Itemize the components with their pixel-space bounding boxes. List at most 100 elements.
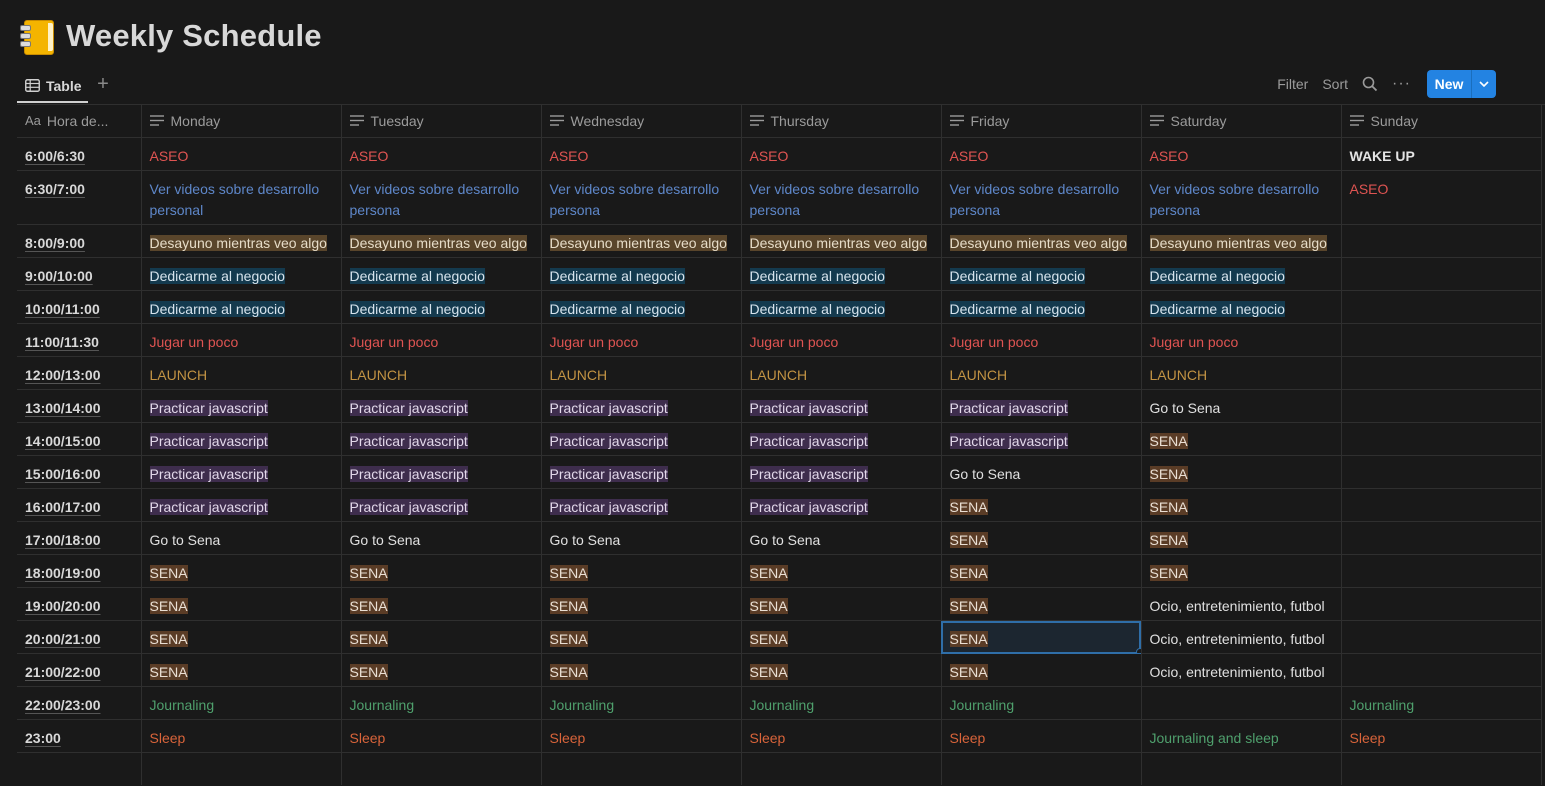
time-cell[interactable]: 15:00/16:00 [17, 455, 142, 489]
time-label[interactable]: 12:00/13:00 [25, 367, 101, 383]
schedule-cell[interactable]: SENA [541, 554, 742, 588]
schedule-cell[interactable]: SENA [741, 653, 942, 687]
time-label[interactable]: 22:00/23:00 [25, 697, 101, 713]
time-cell[interactable]: 12:00/13:00 [17, 356, 142, 390]
schedule-cell[interactable] [1341, 455, 1542, 489]
schedule-cell[interactable]: Sleep [141, 719, 342, 753]
schedule-cell[interactable]: Ver videos sobre desarrollo persona [741, 170, 942, 225]
tab-table[interactable]: Table [17, 70, 88, 103]
schedule-cell[interactable]: Go to Sena [1141, 389, 1342, 423]
schedule-cell[interactable]: Go to Sena [141, 521, 342, 555]
schedule-cell[interactable]: SENA [141, 620, 342, 654]
schedule-cell[interactable]: LAUNCH [541, 356, 742, 390]
schedule-cell[interactable]: LAUNCH [741, 356, 942, 390]
schedule-cell[interactable]: Sleep [341, 719, 542, 753]
schedule-cell[interactable]: SENA [541, 587, 742, 621]
sort-button[interactable]: Sort [1322, 76, 1348, 92]
time-label[interactable]: 17:00/18:00 [25, 532, 101, 548]
schedule-cell[interactable]: Journaling [141, 686, 342, 720]
schedule-cell[interactable]: Practicar javascript [741, 488, 942, 522]
schedule-cell[interactable]: SENA [741, 587, 942, 621]
column-header-wednesday[interactable]: Wednesday [541, 104, 742, 138]
schedule-cell[interactable]: ASEO [341, 137, 542, 171]
column-header-sunday[interactable]: Sunday [1341, 104, 1542, 138]
schedule-cell[interactable]: SENA [341, 587, 542, 621]
schedule-cell[interactable]: Go to Sena [741, 521, 942, 555]
schedule-cell[interactable]: Practicar javascript [341, 455, 542, 489]
time-label[interactable]: 9:00/10:00 [25, 268, 93, 284]
schedule-cell[interactable]: WAKE UP [1341, 137, 1542, 171]
schedule-cell[interactable]: Practicar javascript [941, 389, 1142, 423]
schedule-cell[interactable]: Ver videos sobre desarrollo persona [941, 170, 1142, 225]
schedule-cell[interactable]: Dedicarme al negocio [141, 290, 342, 324]
schedule-cell[interactable]: SENA [1141, 488, 1342, 522]
schedule-cell[interactable]: Ver videos sobre desarrollo personal [141, 170, 342, 225]
time-label[interactable]: 15:00/16:00 [25, 466, 101, 482]
schedule-cell[interactable] [1341, 554, 1542, 588]
schedule-cell[interactable]: SENA [1141, 554, 1342, 588]
schedule-cell[interactable]: Sleep [941, 719, 1142, 753]
time-cell[interactable]: 14:00/15:00 [17, 422, 142, 456]
page-title[interactable]: Weekly Schedule [66, 18, 322, 54]
schedule-cell[interactable]: SENA [1141, 455, 1342, 489]
schedule-cell[interactable]: Sleep [741, 719, 942, 753]
schedule-cell[interactable]: Journaling [941, 686, 1142, 720]
schedule-cell[interactable]: Practicar javascript [741, 422, 942, 456]
schedule-cell[interactable]: Practicar javascript [141, 422, 342, 456]
schedule-cell[interactable]: SENA [941, 620, 1142, 654]
schedule-cell[interactable]: Practicar javascript [141, 455, 342, 489]
schedule-cell[interactable]: Dedicarme al negocio [1141, 290, 1342, 324]
schedule-cell[interactable]: Practicar javascript [941, 422, 1142, 456]
schedule-cell[interactable]: Desayuno mientras veo algo [541, 224, 742, 258]
schedule-cell[interactable] [1341, 488, 1542, 522]
time-cell[interactable]: 11:00/11:30 [17, 323, 142, 357]
schedule-cell[interactable]: SENA [541, 620, 742, 654]
schedule-cell[interactable]: Dedicarme al negocio [1141, 257, 1342, 291]
schedule-cell[interactable]: Dedicarme al negocio [341, 290, 542, 324]
schedule-cell[interactable]: ASEO [1341, 170, 1542, 225]
chevron-down-icon[interactable] [1471, 70, 1496, 98]
schedule-cell[interactable]: Practicar javascript [541, 488, 742, 522]
schedule-cell[interactable]: LAUNCH [141, 356, 342, 390]
schedule-cell[interactable]: Dedicarme al negocio [741, 257, 942, 291]
filter-button[interactable]: Filter [1277, 76, 1308, 92]
schedule-cell[interactable]: Practicar javascript [741, 389, 942, 423]
empty-cell[interactable] [1141, 752, 1342, 785]
empty-cell[interactable] [17, 752, 142, 785]
schedule-cell[interactable]: Jugar un poco [741, 323, 942, 357]
time-cell[interactable]: 19:00/20:00 [17, 587, 142, 621]
time-cell[interactable]: 21:00/22:00 [17, 653, 142, 687]
schedule-cell[interactable]: Journaling [1341, 686, 1542, 720]
schedule-cell[interactable] [1341, 389, 1542, 423]
schedule-cell[interactable]: SENA [1141, 422, 1342, 456]
schedule-cell[interactable]: Ocio, entretenimiento, futbol [1141, 653, 1342, 687]
schedule-cell[interactable] [1341, 620, 1542, 654]
time-label[interactable]: 6:30/7:00 [25, 181, 85, 197]
time-label[interactable]: 14:00/15:00 [25, 433, 101, 449]
schedule-cell[interactable]: SENA [341, 620, 542, 654]
schedule-cell[interactable]: ASEO [941, 137, 1142, 171]
schedule-cell[interactable]: SENA [941, 554, 1142, 588]
time-cell[interactable]: 22:00/23:00 [17, 686, 142, 720]
schedule-cell[interactable]: Go to Sena [941, 455, 1142, 489]
schedule-cell[interactable]: SENA [741, 620, 942, 654]
schedule-cell[interactable]: Ver videos sobre desarrollo persona [341, 170, 542, 225]
schedule-cell[interactable]: Practicar javascript [341, 389, 542, 423]
schedule-cell[interactable]: Ver videos sobre desarrollo persona [541, 170, 742, 225]
schedule-cell[interactable]: Sleep [1341, 719, 1542, 753]
schedule-cell[interactable]: SENA [1141, 521, 1342, 555]
schedule-cell[interactable]: SENA [141, 587, 342, 621]
schedule-cell[interactable]: Jugar un poco [341, 323, 542, 357]
schedule-cell[interactable]: ASEO [1141, 137, 1342, 171]
schedule-cell[interactable]: Dedicarme al negocio [941, 290, 1142, 324]
schedule-cell[interactable]: Practicar javascript [741, 455, 942, 489]
empty-cell[interactable] [1341, 752, 1542, 785]
time-label[interactable]: 19:00/20:00 [25, 598, 101, 614]
schedule-cell[interactable]: Sleep [541, 719, 742, 753]
time-label[interactable]: 23:00 [25, 730, 61, 746]
schedule-cell[interactable]: Practicar javascript [341, 488, 542, 522]
time-cell[interactable]: 17:00/18:00 [17, 521, 142, 555]
schedule-cell[interactable]: ASEO [741, 137, 942, 171]
schedule-cell[interactable]: SENA [541, 653, 742, 687]
schedule-cell[interactable] [1341, 521, 1542, 555]
